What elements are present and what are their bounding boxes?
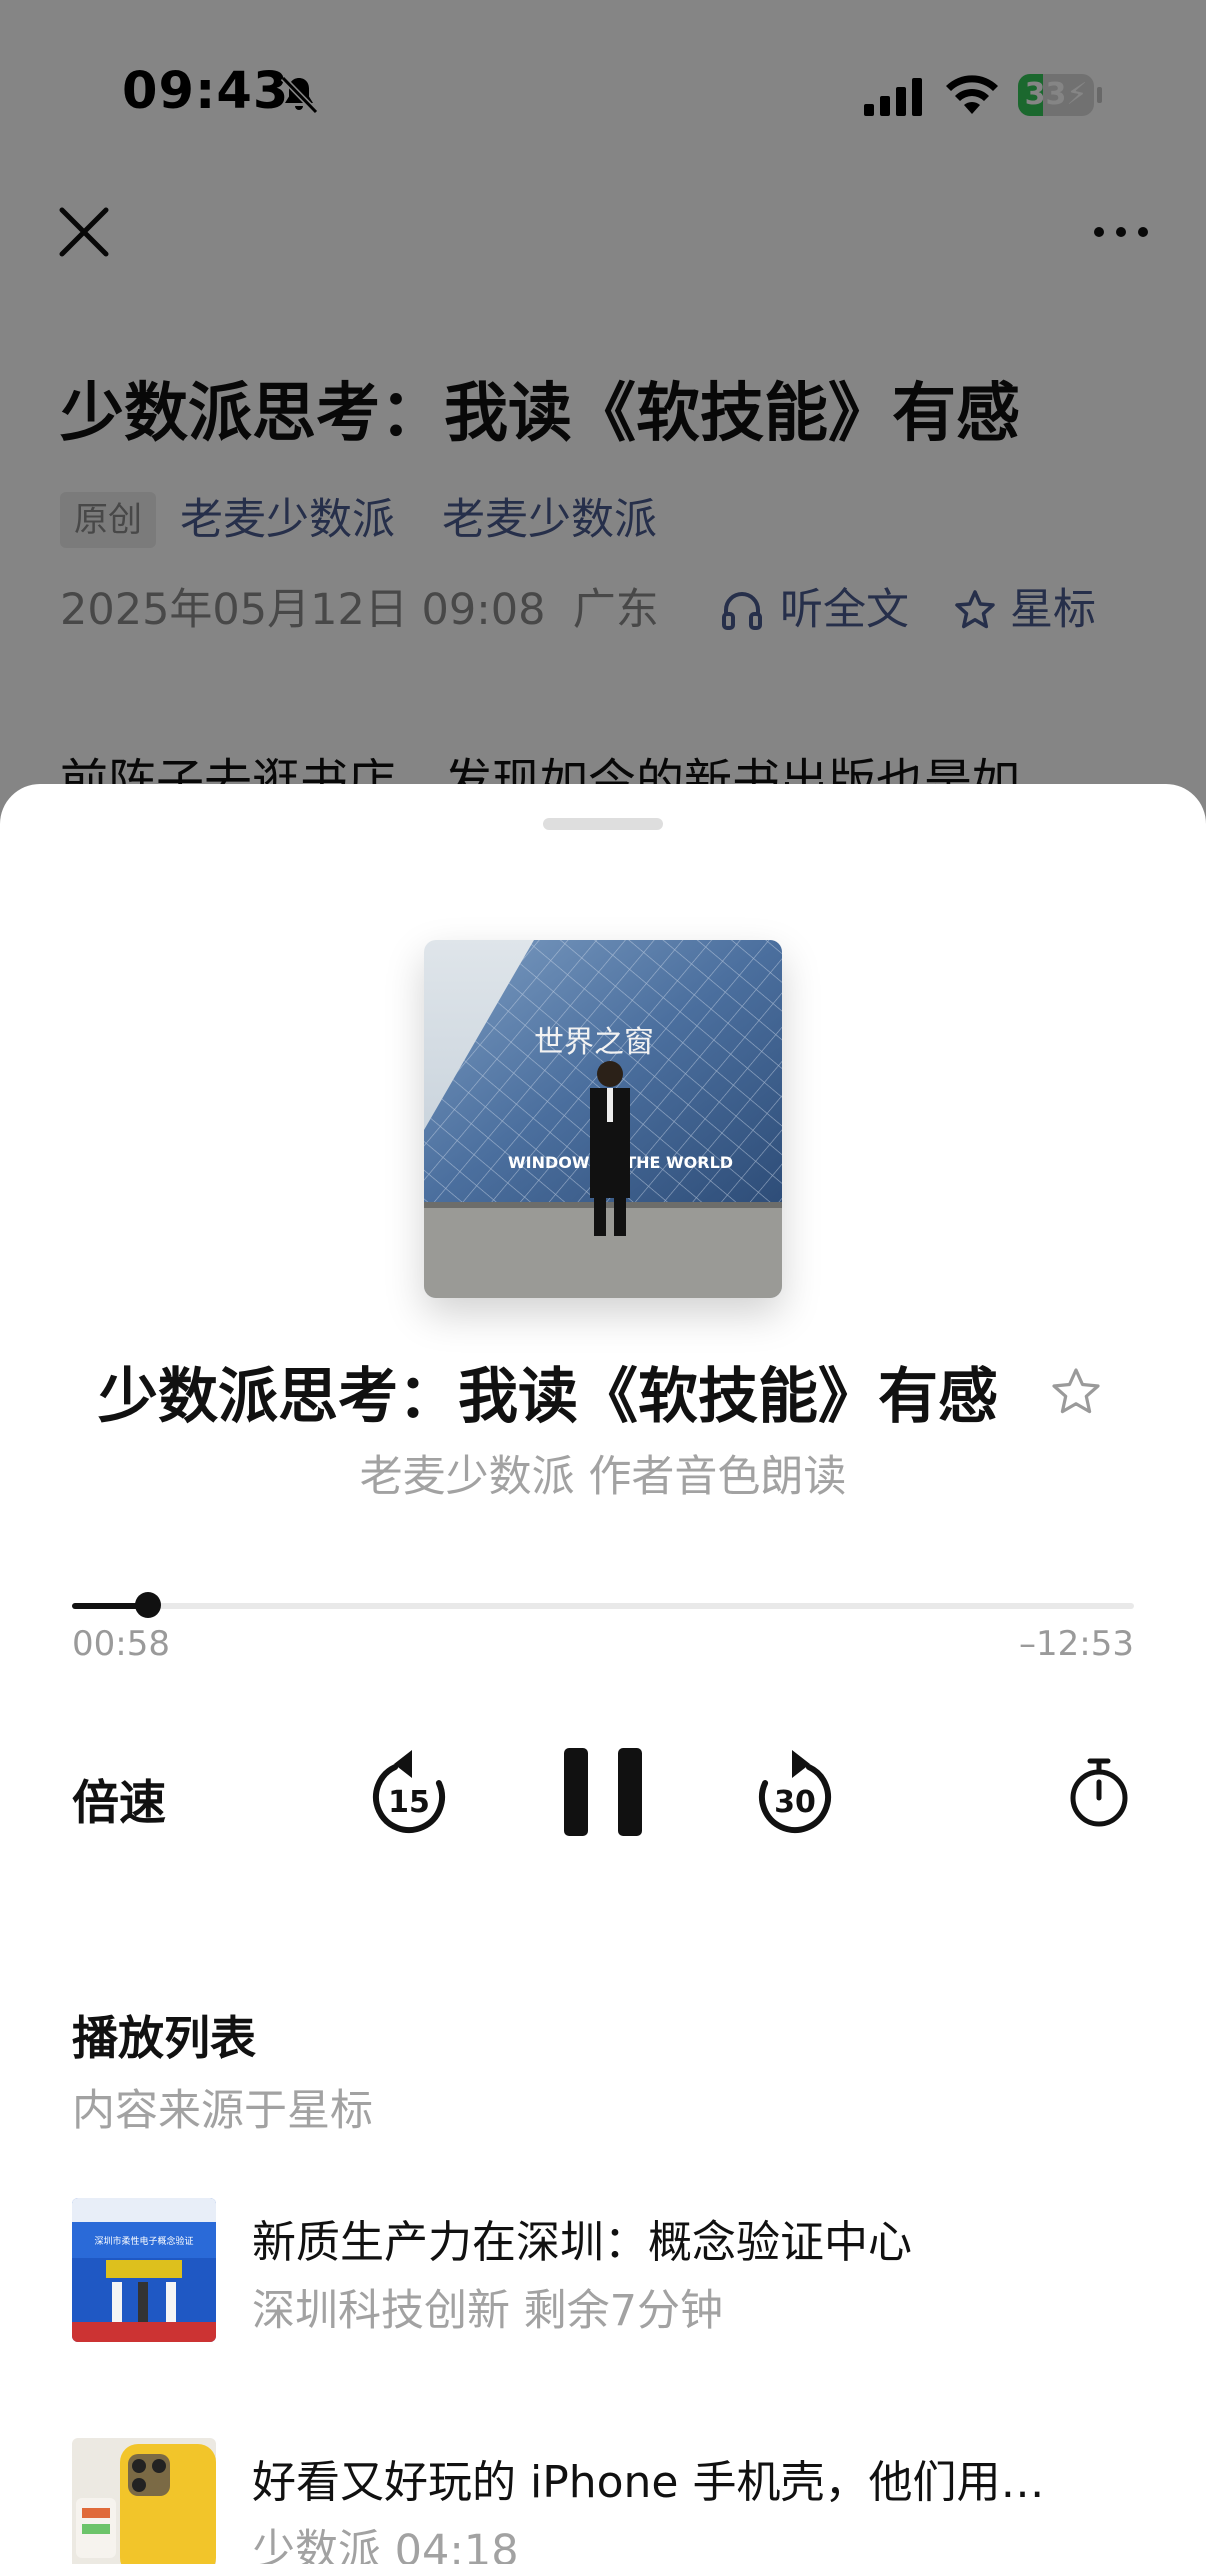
playlist-item-title[interactable]: 新质生产力在深圳：概念验证中心 bbox=[252, 2206, 912, 2270]
forward-seconds: 30 bbox=[774, 1785, 816, 1820]
rewind-15-icon[interactable]: 15 bbox=[366, 1744, 452, 1840]
pause-icon[interactable] bbox=[560, 1746, 646, 1838]
player-subtitle: 老麦少数派 作者音色朗读 bbox=[359, 1452, 847, 1502]
sleep-timer-icon[interactable] bbox=[1068, 1756, 1130, 1828]
playlist-item-thumbnail[interactable] bbox=[72, 2438, 216, 2564]
playlist-source: 内容来源于星标 bbox=[72, 2086, 373, 2136]
remaining-time: –12:53 bbox=[1019, 1624, 1134, 1664]
playlist-heading: 播放列表 bbox=[72, 2011, 256, 2065]
favorite-star-icon[interactable] bbox=[1050, 1366, 1102, 1418]
thumb-caption: 深圳市柔性电子概念验证 bbox=[94, 2235, 193, 2247]
cover-image: 世界之窗 WINDOW OF THE WORLD bbox=[424, 940, 782, 1298]
playlist-item-subtitle: 少数派 04:18 bbox=[252, 2526, 519, 2564]
playlist-item-title[interactable]: 好看又好玩的 iPhone 手机壳，他们用… bbox=[252, 2446, 1045, 2510]
rewind-seconds: 15 bbox=[388, 1785, 430, 1820]
cover-text-cn: 世界之窗 bbox=[534, 1025, 654, 1060]
elapsed-time: 00:58 bbox=[72, 1624, 170, 1664]
playlist-item-subtitle: 深圳科技创新 剩余7分钟 bbox=[252, 2286, 724, 2336]
playlist-item-thumbnail[interactable]: 深圳市柔性电子概念验证 bbox=[72, 2198, 216, 2342]
forward-30-icon[interactable]: 30 bbox=[752, 1744, 838, 1840]
playback-speed-button[interactable]: 倍速 bbox=[72, 1764, 166, 1833]
player-title: 少数派思考：我读《软技能》有感 bbox=[98, 1362, 998, 1432]
progress-track[interactable] bbox=[72, 1603, 1134, 1609]
sheet-grabber[interactable] bbox=[543, 818, 663, 830]
